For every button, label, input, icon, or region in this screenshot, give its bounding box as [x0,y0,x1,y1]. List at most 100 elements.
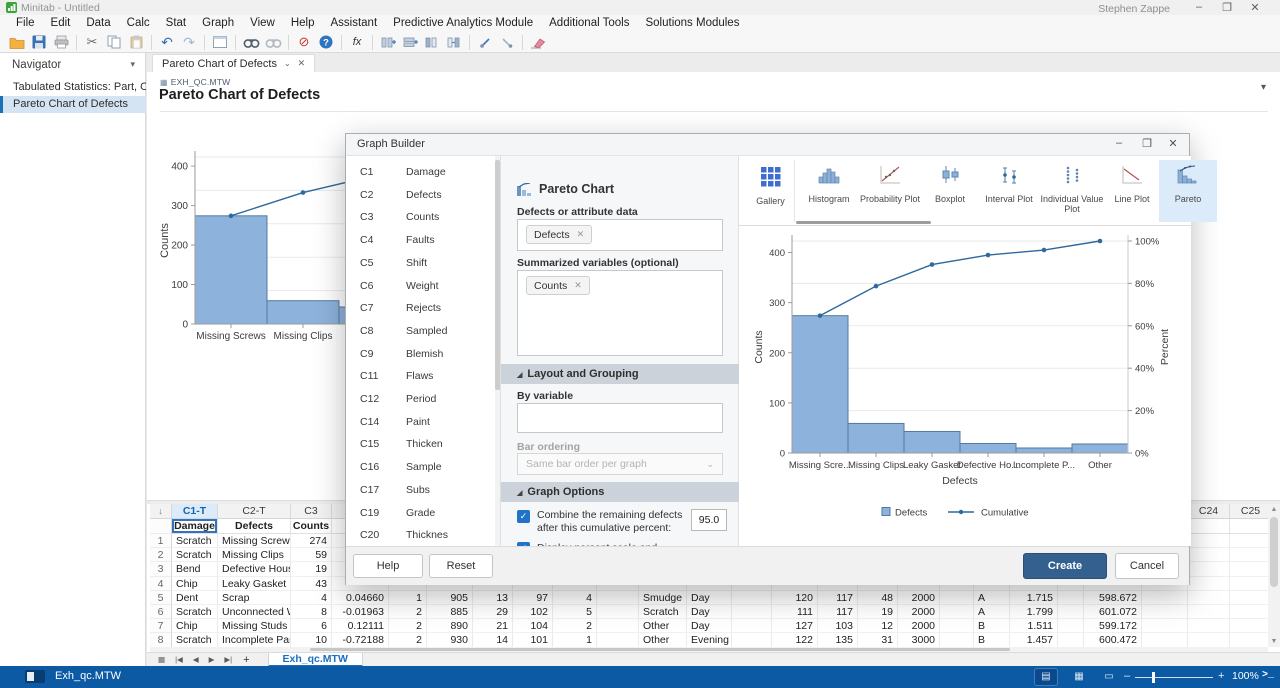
find-next-icon[interactable] [263,33,283,51]
menu-assistant[interactable]: Assistant [322,15,385,32]
cell-c11-r6[interactable]: Scratch [639,605,687,619]
cell-c13-r5[interactable] [732,591,772,605]
cell-c3-r2[interactable]: 59 [291,548,332,562]
cell-c25-r8[interactable] [1230,633,1268,647]
cell-c2-t-r2[interactable]: Missing Clips [218,548,291,562]
by-variable-field[interactable] [517,403,723,433]
col-header-c24[interactable]: C24 [1188,504,1230,519]
cell-c7-r7[interactable]: 21 [473,619,513,633]
column-item-rejects[interactable]: C7Rejects [346,297,496,320]
cell-c14-r7[interactable]: 127 [772,619,818,633]
open-file-icon[interactable] [7,33,27,51]
column-item-thicknes[interactable]: C20Thicknes [346,524,496,546]
cell-c17-r6[interactable]: 2000 [898,605,940,619]
cell-c1-t-r7[interactable]: Chip [172,619,218,633]
cancel-button[interactable]: Cancel [1115,553,1179,579]
brush-icon[interactable] [497,33,517,51]
cell-c10-r5[interactable] [597,591,639,605]
row-number[interactable]: 1 [150,534,172,548]
row-number[interactable]: 2 [150,548,172,562]
command-line-icon[interactable]: >_ [1262,670,1274,681]
paste-icon[interactable] [126,33,146,51]
help-button[interactable]: Help [353,554,423,578]
cell-c2-t-r7[interactable]: Missing Studs [218,619,291,633]
cell-c3-r4[interactable]: 43 [291,577,332,591]
cell-c5-r5[interactable]: 1 [389,591,427,605]
cell-c1-t-r3[interactable]: Bend [172,562,218,576]
menu-view[interactable]: View [242,15,283,32]
cell-c4-r7[interactable]: 0.12111 [332,619,389,633]
cell-c5-r7[interactable]: 2 [389,619,427,633]
output-options-caret-icon[interactable]: ▾ [1261,82,1266,93]
cell-c24-r6[interactable] [1188,605,1230,619]
gallery-item-interval-plot[interactable]: Interval Plot [979,160,1039,222]
cell-c5-r8[interactable]: 2 [389,633,427,647]
navigator-item-pareto-chart[interactable]: Pareto Chart of Defects [0,96,146,113]
cell-c3-r6[interactable]: 8 [291,605,332,619]
cell-c15-r8[interactable]: 135 [818,633,858,647]
cell-c25-r6[interactable] [1230,605,1268,619]
tab-close-icon[interactable]: ✕ [298,58,306,69]
cell-c22-r6[interactable]: 601.072 [1084,605,1142,619]
menu-solutions-modules[interactable]: Solutions Modules [637,15,747,32]
cell-c12-r6[interactable]: Day [687,605,732,619]
cell-c3-r3[interactable]: 19 [291,562,332,576]
cell-c24-r4[interactable] [1188,577,1230,591]
cell-c10-r8[interactable] [597,633,639,647]
insert-rows-icon[interactable] [400,33,420,51]
counts-chip[interactable]: Counts✕ [526,276,590,295]
column-item-grade[interactable]: C19Grade [346,502,496,525]
row-number[interactable]: 8 [150,633,172,647]
tab-chevron-down-icon[interactable]: ⌄ [284,59,291,68]
cell-c21-r7[interactable] [1058,619,1084,633]
navigator-caret-icon[interactable]: ▾ [130,59,135,70]
last-sheet-icon[interactable]: ▶| [224,655,232,664]
cell-c10-r6[interactable] [597,605,639,619]
scroll-down-icon[interactable]: ▼ [1268,638,1280,645]
menu-stat[interactable]: Stat [158,15,194,32]
edit-points-icon[interactable] [475,33,495,51]
menu-edit[interactable]: Edit [43,15,79,32]
insert-function-icon[interactable]: fx [347,33,367,51]
col-name-c2-t[interactable]: Defects [218,519,291,534]
gallery-scroll-thumb[interactable] [796,221,931,224]
cell-c7-r6[interactable]: 29 [473,605,513,619]
column-item-paint[interactable]: C14Paint [346,411,496,434]
cell-c25-r5[interactable] [1230,591,1268,605]
column-item-counts[interactable]: C3Counts [346,206,496,229]
cancel-icon[interactable]: ⊘ [294,33,314,51]
gallery-item-histogram[interactable]: Histogram [799,160,859,222]
cell-c24-r8[interactable] [1188,633,1230,647]
section-graph-options[interactable]: ◢Graph Options [501,482,739,502]
new-window-icon[interactable] [210,33,230,51]
gallery-item-individual-value-plot[interactable]: Individual Value Plot [1039,160,1105,222]
cell-c2-t-r3[interactable]: Defective Housi [218,562,291,576]
first-sheet-icon[interactable]: |◀ [175,655,183,664]
cell-c19-r5[interactable]: A [974,591,1010,605]
move-columns-icon[interactable] [444,33,464,51]
bar-ordering-dropdown[interactable]: Same bar order per graph ⌄ [517,453,723,475]
cell-c18-r7[interactable] [940,619,974,633]
select-all-corner[interactable]: ↓ [150,504,172,519]
cell-c25-r1[interactable] [1230,534,1268,548]
cell-c17-r8[interactable]: 3000 [898,633,940,647]
col-header-c3[interactable]: C3 [291,504,332,519]
defects-field[interactable]: Defects✕ [517,219,723,251]
cell-c2-t-r8[interactable]: Incomplete Part [218,633,291,647]
row-number[interactable]: 3 [150,562,172,576]
section-layout-and-grouping[interactable]: ◢Layout and Grouping [501,364,739,384]
gallery-item-boxplot[interactable]: Boxplot [921,160,979,222]
zoom-slider-thumb[interactable] [1152,672,1155,683]
cell-c16-r6[interactable]: 19 [858,605,898,619]
col-header-c2-t[interactable]: C2-T [218,504,291,519]
cell-c8-r5[interactable]: 97 [513,591,553,605]
menu-help[interactable]: Help [283,15,323,32]
defects-chip[interactable]: Defects✕ [526,225,592,244]
col-name-c25[interactable] [1230,519,1268,534]
gallery-item-probability-plot[interactable]: Probability Plot [859,160,921,222]
cell-c15-r5[interactable]: 117 [818,591,858,605]
sheet-list-icon[interactable]: ▦ [158,655,165,664]
cell-c24-r2[interactable] [1188,548,1230,562]
zoom-out-icon[interactable]: – [1124,670,1130,682]
cell-c4-r8[interactable]: -0.72188 [332,633,389,647]
